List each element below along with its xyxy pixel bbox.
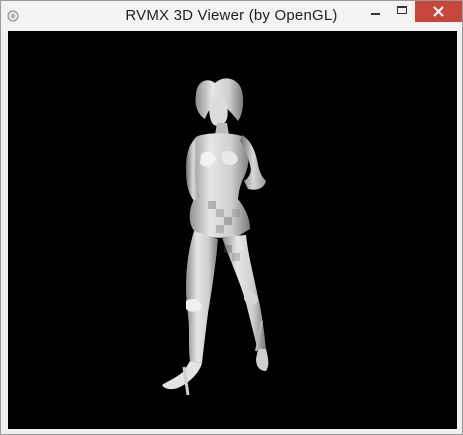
close-icon	[433, 6, 444, 17]
maximize-icon	[397, 6, 407, 14]
close-button[interactable]	[415, 1, 462, 22]
3d-model-render	[162, 78, 269, 396]
app-window: RVMX 3D Viewer (by OpenGL)	[0, 0, 463, 435]
minimize-button[interactable]	[362, 1, 389, 22]
minimize-icon	[371, 13, 380, 15]
opengl-viewport[interactable]	[8, 31, 457, 429]
maximize-button[interactable]	[389, 1, 415, 22]
title-bar[interactable]: RVMX 3D Viewer (by OpenGL)	[1, 1, 462, 31]
